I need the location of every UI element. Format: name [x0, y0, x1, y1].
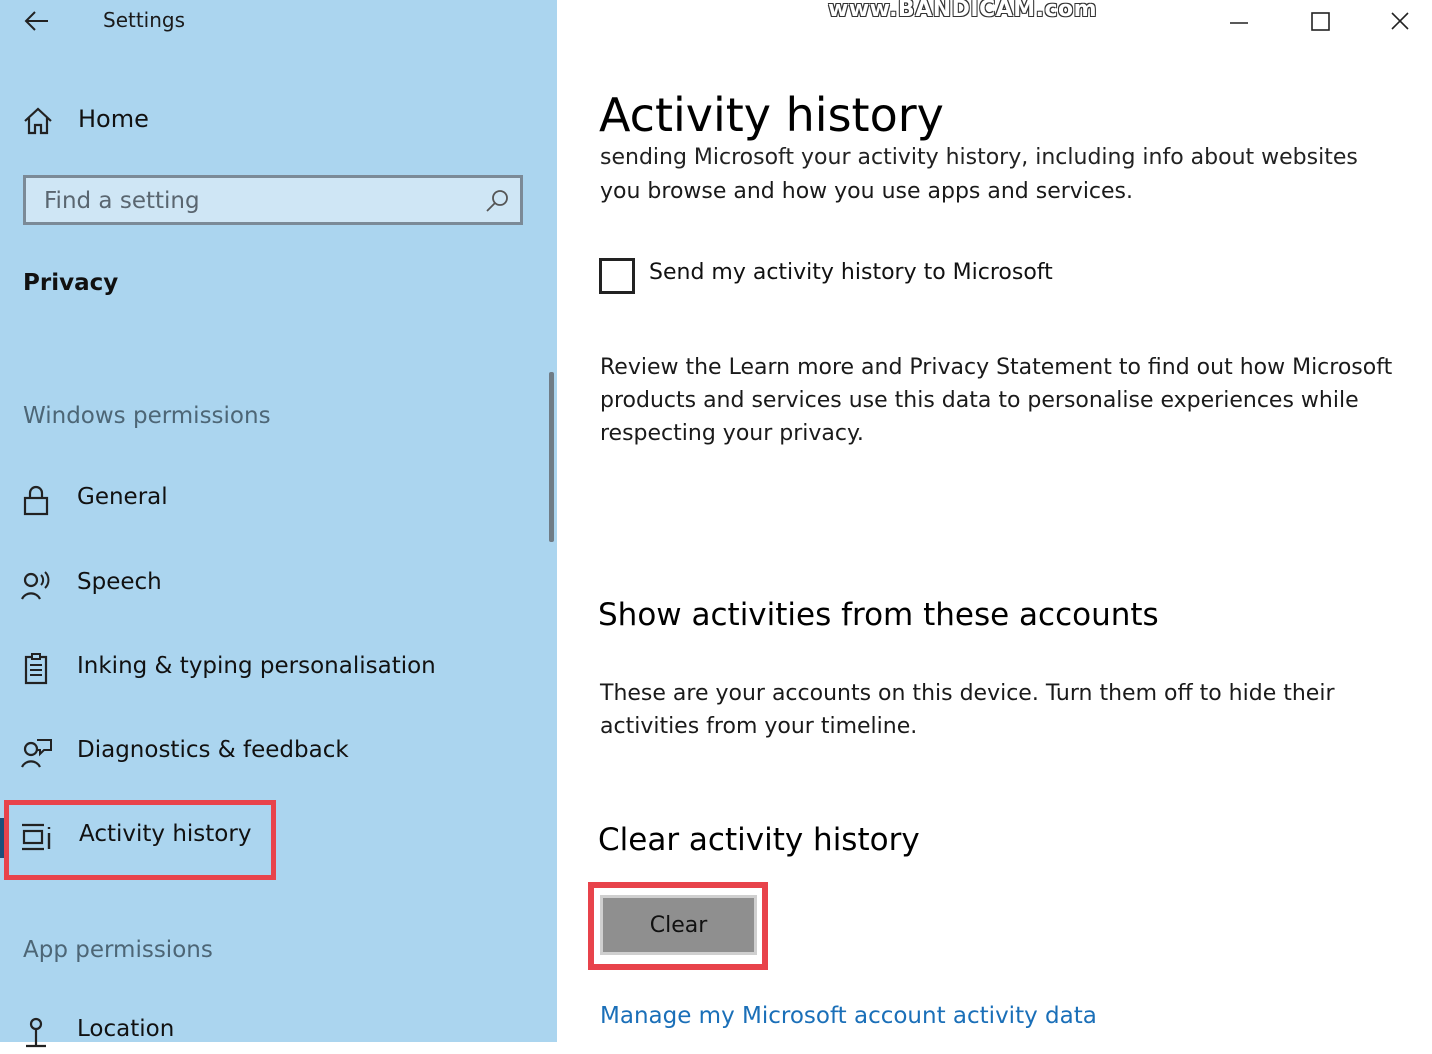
sidebar-item-label: General — [77, 484, 168, 510]
app-permissions-label: App permissions — [23, 937, 213, 963]
app-title: Settings — [103, 8, 186, 32]
accounts-text-line-1: These are your accounts on this device. … — [600, 681, 1335, 706]
search-box[interactable] — [23, 175, 523, 225]
close-icon — [1391, 12, 1409, 30]
watermark: www.BANDICAM.com — [828, 0, 1098, 22]
clipboard-icon — [24, 653, 48, 685]
accounts-heading: Show activities from these accounts — [598, 597, 1159, 633]
back-button[interactable] — [22, 6, 52, 36]
sidebar-item-label: Speech — [77, 569, 162, 595]
review-text-line-3: respecting your privacy. — [600, 421, 864, 446]
speech-icon — [21, 571, 50, 600]
send-history-checkbox[interactable] — [599, 258, 635, 294]
maximize-icon — [1311, 12, 1330, 31]
lock-icon — [23, 485, 49, 516]
clear-heading: Clear activity history — [598, 822, 920, 858]
clipped-description: sending Microsoft your activity history,… — [600, 141, 1400, 171]
sidebar: Settings Home Privacy Windows permission… — [0, 0, 557, 1048]
sidebar-item-general[interactable]: General — [20, 478, 520, 522]
send-history-label[interactable]: Send my activity history to Microsoft — [649, 260, 1053, 285]
home-icon — [24, 107, 52, 135]
search-input[interactable] — [26, 178, 486, 224]
clipped-description-text: sending Microsoft your activity history,… — [600, 145, 1358, 170]
sidebar-item-speech[interactable]: Speech — [20, 563, 520, 607]
intro-text: you browse and how you use apps and serv… — [600, 179, 1134, 204]
clear-button[interactable]: Clear — [600, 895, 757, 955]
windows-permissions-label: Windows permissions — [23, 403, 271, 429]
sidebar-item-label: Inking & typing personalisation — [77, 653, 436, 679]
page-title: Activity history — [599, 88, 944, 142]
sidebar-item-label: Location — [77, 1016, 175, 1042]
close-button[interactable] — [1380, 2, 1420, 40]
highlight-box-activity-history — [4, 800, 276, 880]
manage-activity-data-link[interactable]: Manage my Microsoft account activity dat… — [600, 1003, 1097, 1029]
sidebar-item-location[interactable]: Location — [20, 1010, 520, 1054]
sidebar-scrollbar[interactable] — [549, 372, 554, 542]
minimize-icon — [1230, 22, 1248, 24]
maximize-button[interactable] — [1300, 2, 1340, 40]
back-arrow-icon — [24, 11, 48, 31]
sidebar-item-label: Home — [78, 105, 149, 133]
main-content: www.BANDICAM.com Activity history sendin… — [557, 0, 1432, 1042]
sidebar-item-label: Diagnostics & feedback — [77, 737, 349, 763]
sidebar-item-inking-typing[interactable]: Inking & typing personalisation — [20, 647, 520, 691]
sidebar-item-diagnostics[interactable]: Diagnostics & feedback — [20, 731, 520, 775]
send-history-setting[interactable]: Send my activity history to Microsoft — [599, 258, 1199, 298]
location-icon — [26, 1017, 46, 1048]
review-text-line-1: Review the Learn more and Privacy Statem… — [600, 355, 1393, 380]
review-text-line-2: products and services use this data to p… — [600, 388, 1359, 413]
minimize-button[interactable] — [1219, 2, 1259, 40]
feedback-icon — [21, 739, 52, 768]
section-title: Privacy — [23, 270, 119, 296]
accounts-text-line-2: activities from your timeline. — [600, 714, 918, 739]
search-icon[interactable] — [484, 188, 510, 214]
sidebar-item-home[interactable]: Home — [22, 100, 422, 140]
